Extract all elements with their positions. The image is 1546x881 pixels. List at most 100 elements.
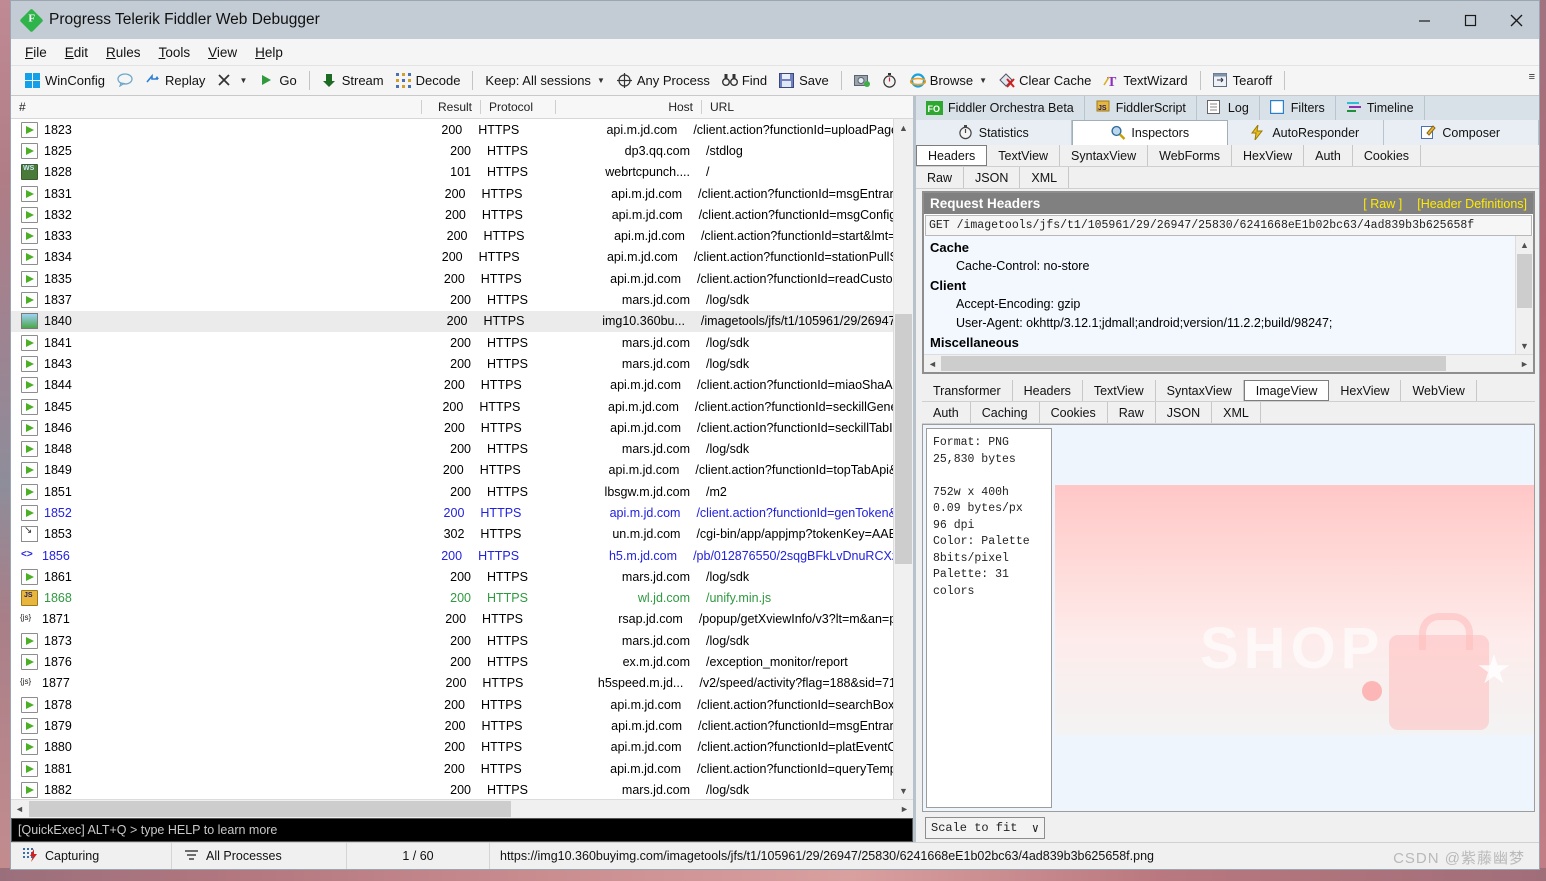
- table-row[interactable]: 1861 200 HTTPS mars.jd.com/log/sdk: [11, 566, 894, 587]
- table-row[interactable]: 1852 200 HTTPS api.m.jd.com/client.action?f…: [11, 502, 894, 523]
- browse-button[interactable]: Browse ▼: [904, 68, 993, 93]
- request-headers-vscrollbar[interactable]: ▲ ▼: [1515, 236, 1533, 354]
- sessions-vertical-scrollbar[interactable]: ▲ ▼: [893, 119, 913, 799]
- subtab-json[interactable]: JSON: [964, 167, 1021, 188]
- tab-timeline[interactable]: Timeline: [1336, 96, 1425, 120]
- scrollbar-thumb[interactable]: [895, 314, 912, 564]
- table-row[interactable]: 1851 200 HTTPS lbsgw.m.jd.com/m2: [11, 481, 894, 502]
- column-header-num[interactable]: #: [11, 100, 421, 114]
- scroll-down-arrow-icon[interactable]: ▼: [894, 782, 913, 799]
- table-row[interactable]: 1832 200 HTTPS api.m.jd.com/client.action?f…: [11, 204, 894, 225]
- tab-fiddlerscript[interactable]: JS FiddlerScript: [1085, 96, 1197, 120]
- sessions-horizontal-scrollbar[interactable]: ◄ ►: [11, 799, 913, 818]
- capturing-status[interactable]: Capturing: [11, 843, 172, 869]
- subtab-webforms[interactable]: WebForms: [1148, 145, 1233, 166]
- subtab-resp-syntaxview[interactable]: SyntaxView: [1156, 380, 1244, 401]
- table-row[interactable]: 1856 200 HTTPS h5.m.jd.com/pb/012876550/2sq…: [11, 545, 894, 566]
- subtab-raw[interactable]: Raw: [916, 167, 965, 188]
- raw-link[interactable]: [ Raw ]: [1363, 197, 1402, 211]
- menu-view[interactable]: View: [208, 43, 250, 62]
- table-row[interactable]: 1846 200 HTTPS api.m.jd.com/client.action?f…: [11, 417, 894, 438]
- table-row[interactable]: 1835 200 HTTPS api.m.jd.com/client.action?f…: [11, 268, 894, 289]
- close-button[interactable]: [1493, 1, 1539, 39]
- hscrollbar-thumb[interactable]: [941, 356, 1446, 371]
- subtab-auth[interactable]: Auth: [1304, 145, 1353, 166]
- tab-composer[interactable]: Composer: [1384, 120, 1539, 145]
- request-headers-hscrollbar[interactable]: ◄ ►: [924, 354, 1533, 372]
- table-row[interactable]: 1837 200 HTTPS mars.jd.com/log/sdk: [11, 289, 894, 310]
- scroll-up-arrow-icon[interactable]: ▲: [1516, 236, 1533, 253]
- header-accept-encoding[interactable]: Accept-Encoding: gzip: [930, 295, 1515, 314]
- tearoff-button[interactable]: Tearoff: [1207, 68, 1279, 93]
- table-row[interactable]: 1853 302 HTTPS un.m.jd.com/cgi-bin/app/appj…: [11, 524, 894, 545]
- find-button[interactable]: Find: [716, 68, 773, 93]
- table-row[interactable]: 1877 200 HTTPS h5speed.m.jd... /v2/speed/act…: [11, 673, 894, 694]
- table-row[interactable]: 1841 200 HTTPS mars.jd.com/log/sdk: [11, 332, 894, 353]
- table-row[interactable]: 1828 101 HTTPS webrtcpunch.... /: [11, 162, 894, 183]
- menu-rules[interactable]: Rules: [106, 43, 154, 62]
- subtab-resp-hexview[interactable]: HexView: [1329, 380, 1402, 401]
- tab-fiddler-orchestra[interactable]: FO Fiddler Orchestra Beta: [916, 96, 1085, 120]
- sessions-list[interactable]: 1823 200 HTTPS api.m.jd.com/client.action?f…: [11, 119, 913, 799]
- table-row[interactable]: 1848 200 HTTPS mars.jd.com/log/sdk: [11, 438, 894, 459]
- minimize-button[interactable]: [1401, 1, 1447, 39]
- subtab-resp-textview[interactable]: TextView: [1083, 380, 1156, 401]
- decode-button[interactable]: Decode: [390, 68, 467, 93]
- table-row[interactable]: 1845 200 HTTPS api.m.jd.com/client.action?f…: [11, 396, 894, 417]
- stream-button[interactable]: Stream: [316, 68, 390, 93]
- table-row[interactable]: 1834 200 HTTPS api.m.jd.com/client.action?f…: [11, 247, 894, 268]
- subtab-resp-json[interactable]: JSON: [1156, 402, 1213, 423]
- subtab-syntaxview[interactable]: SyntaxView: [1060, 145, 1149, 166]
- winconfig-button[interactable]: WinConfig: [19, 68, 111, 93]
- request-headers-tree[interactable]: Cache Cache-Control: no-store Client Acc…: [924, 236, 1533, 354]
- replay-button[interactable]: Replay: [139, 68, 211, 93]
- subtab-resp-auth[interactable]: Auth: [922, 402, 971, 423]
- table-row[interactable]: 1843 200 HTTPS mars.jd.com/log/sdk: [11, 353, 894, 374]
- subtab-transformer[interactable]: Transformer: [922, 380, 1013, 401]
- table-row[interactable]: 1876 200 HTTPS ex.m.jd.com/exception_monito…: [11, 651, 894, 672]
- scroll-right-arrow-icon[interactable]: ►: [1516, 359, 1533, 369]
- subtab-webview[interactable]: WebView: [1401, 380, 1477, 401]
- scale-to-fit-dropdown[interactable]: Scale to fit ∨: [925, 817, 1045, 839]
- table-row[interactable]: 1878 200 HTTPS api.m.jd.com/client.action?f…: [11, 694, 894, 715]
- table-row[interactable]: 1868 200 HTTPS wl.jd.com/unify.min.js: [11, 588, 894, 609]
- subtab-imageview[interactable]: ImageView: [1243, 380, 1330, 401]
- tab-statistics[interactable]: Statistics: [916, 120, 1072, 145]
- table-row[interactable]: 1823 200 HTTPS api.m.jd.com/client.action?f…: [11, 119, 894, 140]
- go-button[interactable]: Go: [253, 68, 302, 93]
- subtab-textview[interactable]: TextView: [987, 145, 1061, 166]
- subtab-headers[interactable]: Headers: [916, 145, 988, 166]
- table-row[interactable]: 1880 200 HTTPS api.m.jd.com/client.action?f…: [11, 737, 894, 758]
- subtab-cookies[interactable]: Cookies: [1353, 145, 1422, 166]
- header-group-miscellaneous[interactable]: Miscellaneous: [930, 333, 1515, 352]
- subtab-caching[interactable]: Caching: [971, 402, 1040, 423]
- column-header-protocol[interactable]: Protocol: [481, 100, 555, 114]
- header-group-cache[interactable]: Cache: [930, 238, 1515, 257]
- save-button[interactable]: Save: [773, 68, 835, 93]
- table-row[interactable]: 1849 200 HTTPS api.m.jd.com/client.action?f…: [11, 460, 894, 481]
- subtab-resp-xml[interactable]: XML: [1212, 402, 1261, 423]
- keep-sessions-dropdown[interactable]: Keep: All sessions ▼: [479, 68, 610, 93]
- table-row[interactable]: 1879 200 HTTPS api.m.jd.com/client.action?f…: [11, 715, 894, 736]
- tab-autoresponder[interactable]: AutoResponder: [1228, 120, 1384, 145]
- table-row[interactable]: 1882 200 HTTPS mars.jd.com/log/sdk: [11, 779, 894, 799]
- menu-file[interactable]: File: [25, 43, 60, 62]
- remove-dropdown-caret-icon[interactable]: ▼: [239, 76, 247, 85]
- hscrollbar-thumb[interactable]: [29, 801, 511, 817]
- column-header-url[interactable]: URL: [702, 100, 913, 114]
- keep-dropdown-caret-icon[interactable]: ▼: [597, 76, 605, 85]
- table-row[interactable]: 1840 200 HTTPS img10.360bu... /imagetools/jf…: [11, 310, 894, 332]
- maximize-button[interactable]: [1447, 1, 1493, 39]
- scrollbar-thumb[interactable]: [1517, 254, 1532, 308]
- table-row[interactable]: 1871 200 HTTPS rsap.jd.com/popup/getXviewIn…: [11, 609, 894, 630]
- table-row[interactable]: 1833 200 HTTPS api.m.jd.com/client.action?f…: [11, 225, 894, 246]
- process-filter-status[interactable]: All Processes: [172, 843, 347, 869]
- header-definitions-link[interactable]: [Header Definitions]: [1417, 197, 1527, 211]
- table-row[interactable]: 1881 200 HTTPS api.m.jd.com/client.action?f…: [11, 758, 894, 779]
- menu-edit[interactable]: Edit: [65, 43, 101, 62]
- scroll-up-arrow-icon[interactable]: ▲: [894, 119, 913, 136]
- screenshot-button[interactable]: [848, 68, 876, 93]
- any-process-button[interactable]: Any Process: [611, 68, 716, 93]
- chevron-down-icon[interactable]: ∨: [1032, 821, 1039, 836]
- header-cache-control[interactable]: Cache-Control: no-store: [930, 257, 1515, 276]
